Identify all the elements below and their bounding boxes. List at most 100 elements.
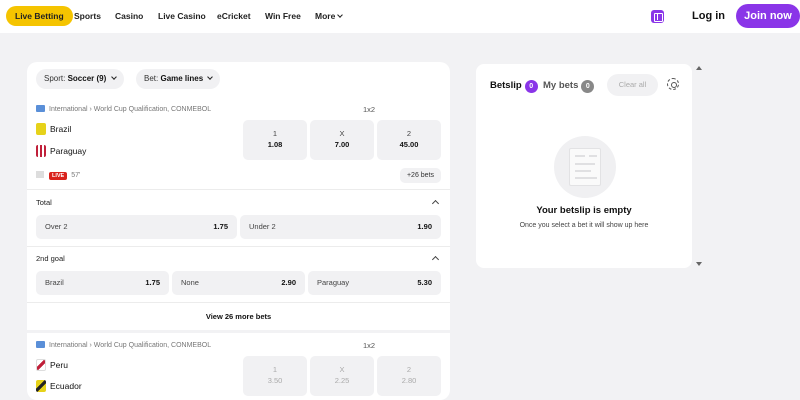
pill-label: None — [181, 278, 199, 287]
nav-casino[interactable]: Casino — [115, 6, 143, 26]
jersey-icon — [36, 145, 46, 157]
chevron-up-icon[interactable] — [431, 199, 440, 208]
odds-label: X — [339, 129, 345, 138]
home-team[interactable]: Peru — [36, 358, 68, 372]
odds-button-paraguay[interactable]: Paraguay 5.30 — [308, 271, 441, 295]
tab-betslip[interactable]: Betslip 0 — [490, 79, 538, 93]
nav-live-betting[interactable]: Live Betting — [6, 6, 73, 26]
pill-label: Over 2 — [45, 222, 68, 231]
odds-value: 2.25 — [334, 376, 350, 385]
illustration-line — [589, 155, 597, 157]
view-more-bets-link[interactable]: View 26 more bets — [27, 312, 450, 321]
empty-betslip-title: Your betslip is empty — [536, 205, 632, 216]
illustration-line — [575, 177, 597, 179]
competition-row[interactable]: International › World Cup Qualification,… — [36, 341, 211, 351]
pill-value: 5.30 — [417, 278, 432, 287]
odds-button-home[interactable]: 1 3.50 — [243, 356, 307, 396]
nav-live-casino[interactable]: Live Casino — [158, 6, 206, 26]
receipt-illustration — [569, 148, 601, 186]
home-team-name: Brazil — [50, 124, 72, 134]
odds-button-under[interactable]: Under 2 1.90 — [240, 215, 441, 239]
tab-my-bets[interactable]: My bets 0 — [543, 79, 595, 93]
odds-label: X — [339, 365, 345, 374]
chevron-up-icon[interactable] — [431, 255, 440, 264]
total-section-title[interactable]: Total — [36, 198, 52, 207]
sport-filter-value: Soccer (9) — [67, 74, 107, 83]
home-team-name: Peru — [50, 360, 68, 370]
away-team-name: Paraguay — [50, 146, 87, 156]
pill-label: Paraguay — [317, 278, 350, 287]
chevron-down-icon — [110, 74, 117, 80]
odds-value: 3.50 — [267, 376, 283, 385]
market-label: 1x2 — [363, 105, 376, 114]
competition-row[interactable]: International › World Cup Qualification,… — [36, 105, 211, 115]
join-now-button[interactable]: Join now — [736, 4, 800, 28]
empty-betslip-subtitle: Once you select a bet it will show up he… — [519, 222, 649, 229]
pill-label: Under 2 — [249, 222, 276, 231]
match-separator — [27, 330, 450, 333]
illustration-line — [575, 155, 585, 157]
second-goal-section-title[interactable]: 2nd goal — [36, 254, 65, 263]
divider — [27, 189, 450, 190]
nav-more[interactable]: More — [315, 6, 344, 26]
pill-value: 2.90 — [281, 278, 296, 287]
bet-filter[interactable]: Bet: Game lines — [136, 69, 221, 89]
odds-button-brazil[interactable]: Brazil 1.75 — [36, 271, 169, 295]
illustration-line — [575, 170, 591, 172]
live-status-row: LIVE 57' — [36, 171, 80, 181]
competition-name: International › World Cup Qualification,… — [49, 342, 212, 349]
chevron-down-icon — [337, 12, 344, 18]
jersey-icon — [36, 380, 46, 392]
competition-name: International › World Cup Qualification,… — [49, 106, 212, 113]
away-team[interactable]: Ecuador — [36, 379, 82, 393]
odds-value: 45.00 — [399, 140, 419, 149]
odds-button-draw[interactable]: X 2.25 — [310, 356, 374, 396]
clear-all-button[interactable]: Clear all — [607, 74, 658, 96]
away-team-name: Ecuador — [50, 381, 82, 391]
more-bets-button[interactable]: +26 bets — [400, 168, 441, 183]
settings-gear-icon[interactable] — [667, 78, 679, 90]
market-label: 1x2 — [363, 341, 376, 350]
betslip-panel: Betslip 0 My bets 0 Clear all Your betslip… — [476, 64, 692, 268]
home-team[interactable]: Brazil — [36, 122, 71, 136]
live-badge: LIVE — [49, 172, 68, 180]
odds-value: 7.00 — [334, 140, 350, 149]
bet-filter-value: Game lines — [160, 74, 204, 83]
sport-filter[interactable]: Sport: Soccer (9) — [36, 69, 124, 89]
my-bets-count-badge: 0 — [581, 80, 595, 93]
chevron-down-icon — [207, 74, 214, 80]
gift-icon[interactable] — [651, 10, 664, 23]
nav-win-free[interactable]: Win Free — [265, 6, 301, 26]
odds-button-over[interactable]: Over 2 1.75 — [36, 215, 237, 239]
jersey-icon — [36, 123, 46, 135]
flag-icon — [36, 105, 45, 112]
odds-label: 1 — [272, 365, 278, 374]
divider — [27, 246, 450, 247]
odds-button-none[interactable]: None 2.90 — [172, 271, 305, 295]
odds-button-home[interactable]: 1 1.08 — [243, 120, 307, 160]
match-minute: 57' — [71, 172, 81, 179]
nav-ecricket[interactable]: eCricket — [217, 6, 251, 26]
odds-value: 2.80 — [401, 376, 417, 385]
away-team[interactable]: Paraguay — [36, 144, 86, 158]
top-navigation: Live Betting Sports Casino Live Casino e… — [0, 0, 800, 33]
odds-button-draw[interactable]: X 7.00 — [310, 120, 374, 160]
tab-my-bets-label: My bets — [543, 80, 579, 91]
odds-button-away[interactable]: 2 2.80 — [377, 356, 441, 396]
bet-filter-label: Bet: — [144, 74, 159, 83]
odds-value: 1.08 — [267, 140, 283, 149]
nav-sports[interactable]: Sports — [74, 6, 101, 26]
odds-button-away[interactable]: 2 45.00 — [377, 120, 441, 160]
odds-label: 2 — [406, 129, 412, 138]
odds-label: 1 — [272, 129, 278, 138]
empty-betslip-illustration — [554, 136, 616, 198]
odds-label: 2 — [406, 365, 412, 374]
scroll-arrow-icon[interactable] — [696, 262, 702, 266]
jersey-icon — [36, 359, 46, 371]
login-button[interactable]: Log in — [692, 8, 725, 24]
scroll-arrow-icon[interactable] — [696, 66, 702, 70]
stats-icon[interactable] — [36, 171, 44, 178]
flag-icon — [36, 341, 45, 348]
pill-value: 1.75 — [213, 222, 228, 231]
pill-value: 1.90 — [417, 222, 432, 231]
